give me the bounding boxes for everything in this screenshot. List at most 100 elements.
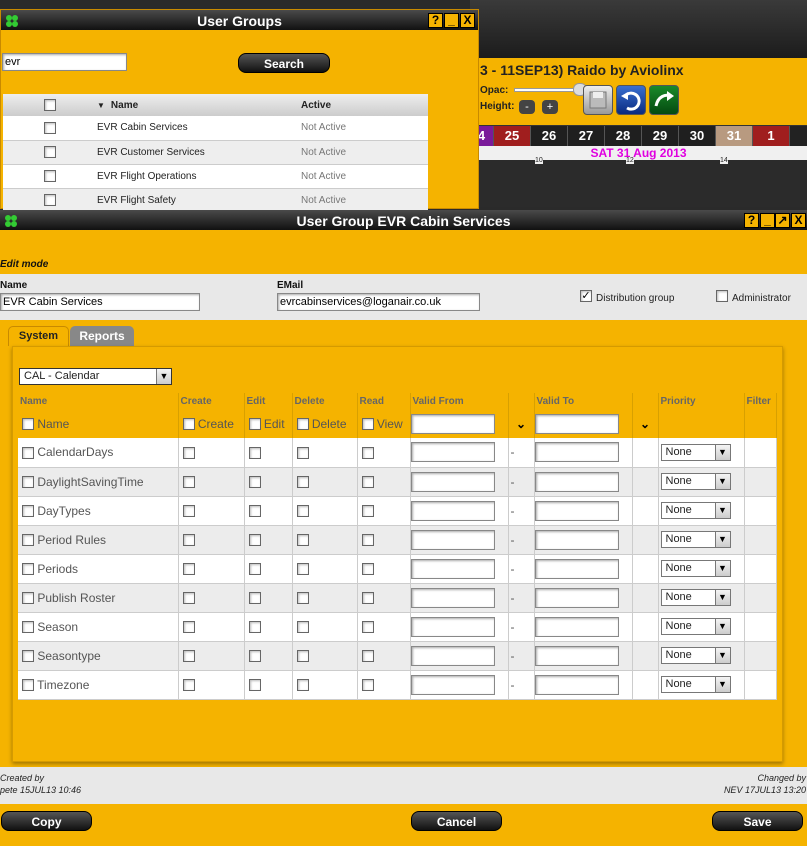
date-cell[interactable]: 30 — [679, 126, 716, 146]
right-select-checkbox[interactable] — [22, 447, 34, 460]
filter-delete-checkbox[interactable] — [296, 418, 309, 431]
edit-checkbox[interactable] — [248, 534, 261, 547]
right-select-checkbox[interactable] — [22, 563, 34, 576]
read-checkbox[interactable] — [361, 505, 374, 518]
edit-checkbox[interactable] — [248, 505, 261, 518]
column-header-active[interactable]: Active — [301, 94, 428, 116]
valid-from-input[interactable] — [410, 558, 495, 579]
priority-select[interactable]: None ▼ — [660, 676, 731, 693]
close-icon[interactable]: X — [791, 213, 806, 228]
valid-to-input[interactable] — [534, 442, 619, 463]
row-checkbox[interactable] — [44, 170, 56, 182]
read-checkbox[interactable] — [361, 447, 374, 460]
valid-to-input[interactable] — [534, 674, 619, 695]
row-checkbox[interactable] — [44, 121, 56, 134]
edit-checkbox[interactable] — [248, 679, 261, 692]
row-checkbox[interactable] — [44, 146, 56, 158]
priority-select[interactable]: None ▼ — [660, 560, 731, 577]
date-cell[interactable]: 1 — [753, 126, 790, 146]
read-checkbox[interactable] — [361, 592, 374, 605]
copy-button[interactable]: Copy — [1, 811, 92, 831]
read-checkbox[interactable] — [361, 476, 374, 489]
create-checkbox[interactable] — [182, 476, 195, 489]
valid-to-input[interactable] — [534, 645, 619, 666]
read-checkbox[interactable] — [361, 621, 374, 634]
priority-select[interactable]: None ▼ — [660, 618, 731, 635]
edit-checkbox[interactable] — [248, 476, 261, 489]
priority-select[interactable]: None ▼ — [660, 647, 731, 664]
date-cell[interactable]: 28 — [605, 126, 642, 146]
date-cell[interactable]: 25 — [494, 126, 531, 146]
module-select[interactable]: CAL - Calendar ▼ — [19, 368, 172, 385]
valid-from-input[interactable] — [410, 674, 495, 695]
valid-to-input[interactable] — [534, 500, 619, 521]
group-name-cell[interactable]: EVR Flight Operations — [97, 164, 301, 189]
edit-checkbox[interactable] — [248, 563, 261, 576]
right-select-checkbox[interactable] — [22, 592, 34, 605]
valid-from-input[interactable] — [410, 587, 495, 608]
save-disk-icon[interactable] — [583, 85, 613, 115]
filter-read-checkbox[interactable] — [361, 418, 374, 431]
table-row[interactable]: EVR Flight Safety Not Active — [3, 188, 428, 213]
read-checkbox[interactable] — [361, 679, 374, 692]
cancel-button[interactable]: Cancel — [411, 811, 502, 831]
table-row[interactable]: EVR Cabin Services Not Active — [3, 116, 428, 141]
create-checkbox[interactable] — [182, 447, 195, 460]
group-name-cell[interactable]: EVR Customer Services — [97, 140, 301, 165]
height-decrease-button[interactable]: - — [519, 100, 535, 114]
valid-from-filter-input[interactable] — [410, 413, 495, 434]
right-select-checkbox[interactable] — [22, 534, 34, 547]
column-header-name[interactable]: ▼ Name — [97, 94, 301, 116]
right-select-checkbox[interactable] — [22, 621, 34, 634]
delete-checkbox[interactable] — [296, 563, 309, 576]
valid-to-input[interactable] — [534, 529, 619, 550]
delete-checkbox[interactable] — [296, 592, 309, 605]
email-field[interactable] — [277, 293, 480, 311]
create-checkbox[interactable] — [182, 621, 195, 634]
date-cell[interactable]: 27 — [568, 126, 605, 146]
user-groups-titlebar[interactable]: User Groups ? _ X — [1, 10, 478, 32]
read-checkbox[interactable] — [361, 534, 374, 547]
tab-reports[interactable]: Reports — [70, 326, 134, 346]
priority-select[interactable]: None ▼ — [660, 473, 731, 490]
row-checkbox[interactable] — [44, 194, 56, 206]
select-all-checkbox[interactable] — [44, 99, 56, 111]
save-button[interactable]: Save — [712, 811, 803, 831]
filter-name-checkbox[interactable] — [22, 418, 34, 431]
filter-edit-checkbox[interactable] — [248, 418, 261, 431]
chevron-down-icon[interactable]: ⌄ — [638, 417, 652, 431]
date-cell[interactable]: 26 — [531, 126, 568, 146]
valid-from-input[interactable] — [410, 471, 495, 492]
delete-checkbox[interactable] — [296, 679, 309, 692]
right-select-checkbox[interactable] — [22, 650, 34, 663]
delete-checkbox[interactable] — [296, 621, 309, 634]
priority-select[interactable]: None ▼ — [660, 443, 731, 461]
valid-to-input[interactable] — [534, 587, 619, 608]
valid-from-input[interactable] — [410, 645, 495, 666]
priority-select[interactable]: None ▼ — [660, 502, 731, 519]
height-increase-button[interactable]: + — [542, 100, 558, 114]
priority-select[interactable]: None ▼ — [660, 589, 731, 606]
filter-create-checkbox[interactable] — [182, 418, 195, 431]
minimize-icon[interactable]: _ — [760, 213, 775, 228]
undo-icon[interactable] — [616, 85, 646, 115]
edit-checkbox[interactable] — [248, 592, 261, 605]
delete-checkbox[interactable] — [296, 505, 309, 518]
group-name-cell[interactable]: EVR Cabin Services — [97, 116, 301, 141]
user-group-edit-titlebar[interactable]: User Group EVR Cabin Services ? _ ↗ X — [0, 210, 807, 232]
right-select-checkbox[interactable] — [22, 476, 34, 489]
table-row[interactable]: EVR Customer Services Not Active — [3, 140, 428, 165]
create-checkbox[interactable] — [182, 592, 195, 605]
opacity-slider[interactable] — [514, 88, 576, 92]
search-button[interactable]: Search — [238, 53, 330, 73]
edit-checkbox[interactable] — [248, 447, 261, 460]
valid-from-input[interactable] — [410, 500, 495, 521]
create-checkbox[interactable] — [182, 563, 195, 576]
search-input[interactable] — [2, 53, 127, 71]
group-name-cell[interactable]: EVR Flight Safety — [97, 188, 301, 213]
edit-checkbox[interactable] — [248, 650, 261, 663]
right-select-checkbox[interactable] — [22, 505, 34, 518]
help-icon[interactable]: ? — [428, 13, 443, 28]
create-checkbox[interactable] — [182, 679, 195, 692]
close-icon[interactable]: X — [460, 13, 475, 28]
